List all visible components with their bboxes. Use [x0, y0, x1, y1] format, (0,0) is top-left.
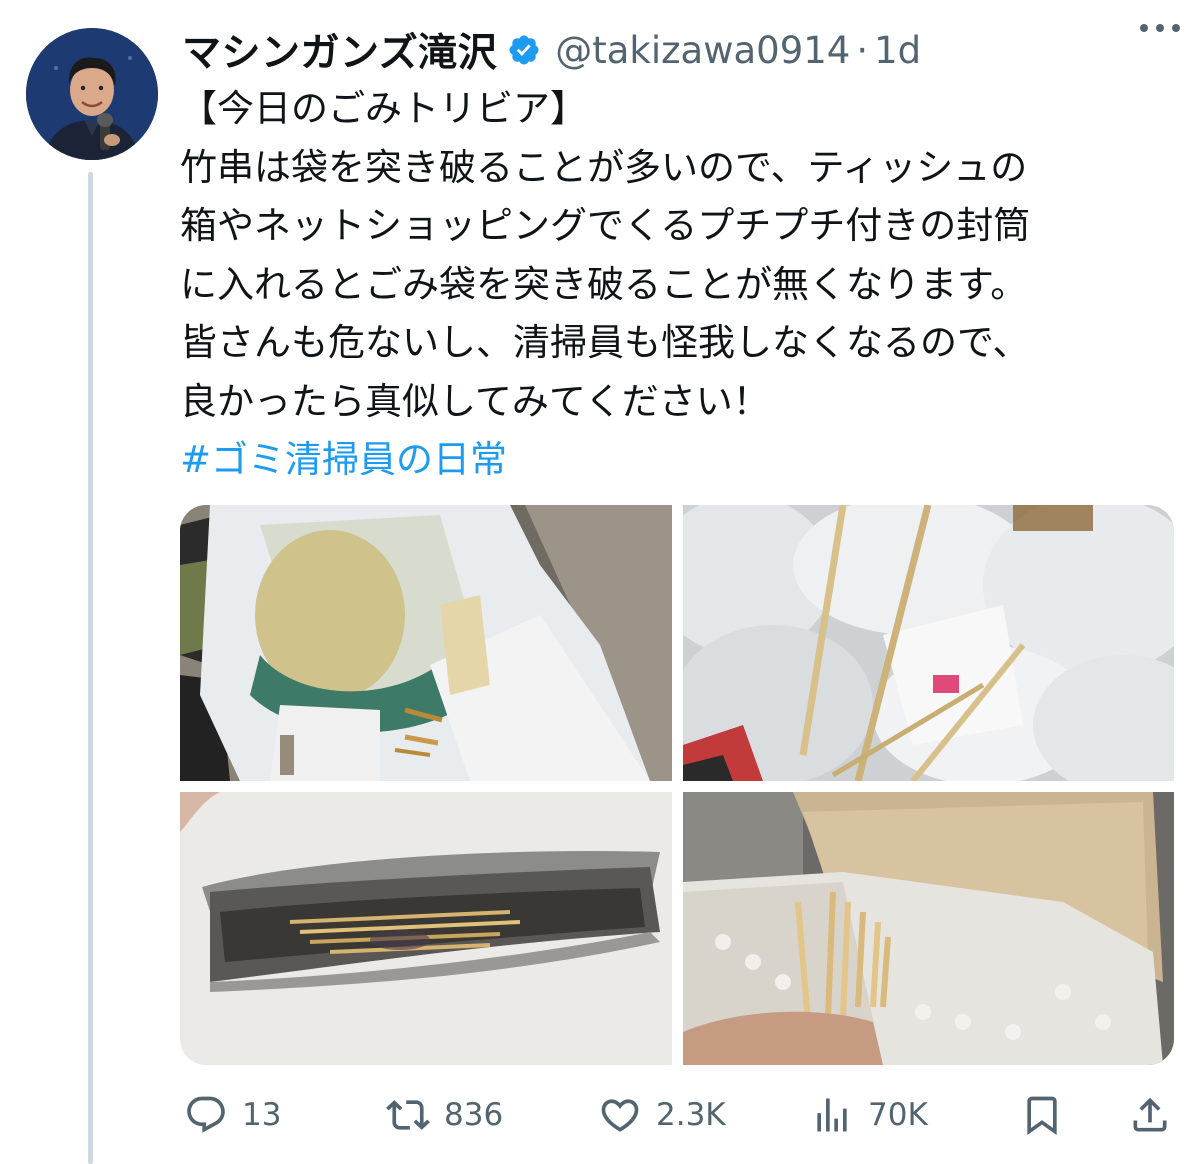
heart-icon [601, 1099, 639, 1132]
bookmark-icon [1027, 1096, 1057, 1136]
media-photo-2[interactable] [683, 505, 1174, 781]
media-grid [180, 505, 1174, 1065]
media-photo-4[interactable] [683, 792, 1174, 1065]
bookmark-button[interactable] [1020, 1085, 1064, 1145]
views-button[interactable]: 70K [810, 1085, 928, 1145]
header-separator: · [856, 28, 869, 72]
tweet-action-bar: 13 836 2.3K 70K [180, 1085, 1180, 1145]
thread-connector-line [88, 172, 93, 1164]
verified-badge-icon [509, 35, 539, 65]
avatar-photo [26, 28, 158, 160]
retweet-count: 836 [444, 1097, 504, 1133]
tweet-line: 竹串は袋を突き破ることが多いので、ティッシュの [180, 145, 1028, 189]
views-chart-icon [817, 1098, 847, 1132]
share-icon [1133, 1097, 1167, 1132]
author-avatar[interactable] [26, 28, 158, 160]
like-button[interactable]: 2.3K [598, 1085, 726, 1145]
tweet-body: 【今日のごみトリビア】 竹串は袋を突き破ることが多いので、ティッシュの 箱やネッ… [180, 80, 1180, 490]
more-options-icon[interactable] [1136, 14, 1184, 42]
media-photo-1[interactable] [180, 505, 672, 781]
like-count: 2.3K [656, 1097, 726, 1133]
share-button[interactable] [1128, 1085, 1172, 1145]
reply-button[interactable]: 13 [184, 1085, 281, 1145]
tweet-line: 箱やネットショッピングでくるプチプチ付きの封筒 [180, 204, 1031, 247]
reply-count: 13 [242, 1097, 282, 1133]
tweet-line: 良かったら真似してみてください！ [180, 379, 770, 423]
retweet-icon [386, 1100, 430, 1130]
tweet-header: マシンガンズ滝沢 @takizawa0914 · 1d [182, 22, 1180, 78]
tweet-timestamp[interactable]: 1d [874, 29, 921, 72]
author-display-name[interactable]: マシンガンズ滝沢 [182, 22, 497, 78]
tweet-line: に入れるとごみ袋を突き破ることが無くなります。 [180, 262, 1028, 306]
author-handle[interactable]: @takizawa0914 [555, 29, 850, 72]
reply-icon [187, 1096, 225, 1133]
retweet-button[interactable]: 836 [386, 1085, 503, 1145]
media-photo-3[interactable] [180, 792, 672, 1065]
tweet-line: 【今日のごみトリビア】 [180, 87, 587, 130]
tweet-line: 皆さんも危ないし、清掃員も怪我しなくなるので、 [180, 321, 1030, 364]
view-count: 70K [868, 1097, 928, 1133]
hashtag-link[interactable]: #ゴミ清掃員の日常 [180, 431, 1180, 490]
